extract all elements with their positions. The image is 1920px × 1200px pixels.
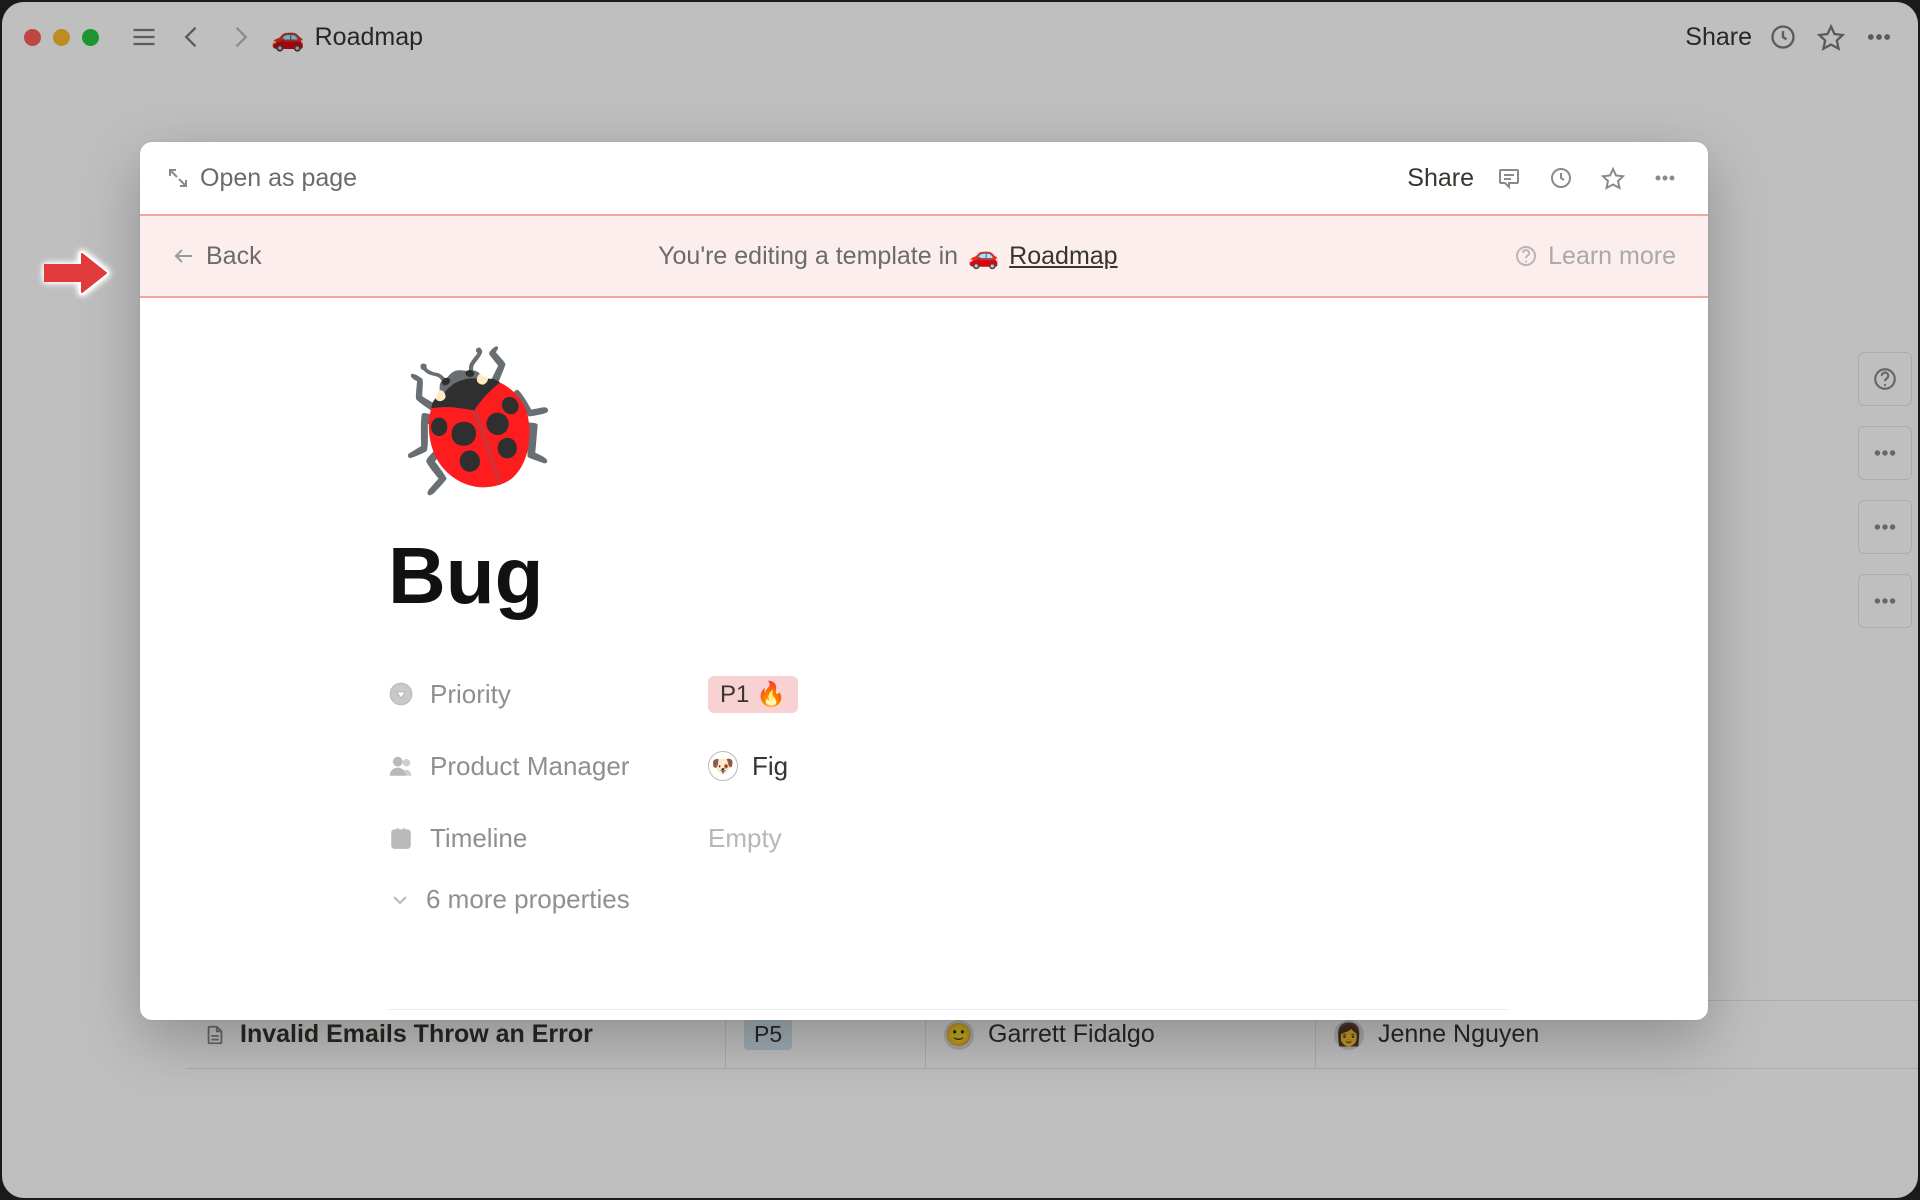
updates-icon[interactable] [1544, 161, 1578, 195]
banner-learn-more-button[interactable]: Learn more [1514, 242, 1676, 271]
more-properties-label: 6 more properties [426, 884, 630, 915]
banner-link-emoji-icon: 🚗 [968, 242, 999, 271]
help-icon[interactable] [1858, 352, 1912, 406]
more-properties-button[interactable]: 6 more properties [388, 884, 1628, 915]
menu-icon[interactable] [127, 20, 161, 54]
avatar: 🙂 [944, 1020, 974, 1050]
breadcrumb-emoji-icon: 🚗 [271, 21, 305, 53]
page-icon[interactable]: 🐞 [388, 352, 1628, 492]
property-label: Timeline [430, 823, 527, 854]
window-maximize-icon[interactable] [82, 29, 99, 46]
banner-back-button[interactable]: Back [172, 242, 262, 271]
property-row-timeline[interactable]: Timeline Empty [388, 802, 1628, 874]
property-row-priority[interactable]: Priority P1 🔥 [388, 658, 1628, 730]
more-icon[interactable] [1648, 161, 1682, 195]
banner-database-link[interactable]: Roadmap [1009, 242, 1117, 271]
banner-message: You're editing a template in 🚗 Roadmap [280, 242, 1497, 271]
nav-back-icon[interactable] [175, 20, 209, 54]
window-close-icon[interactable] [24, 29, 41, 46]
pm-value: Fig [752, 751, 788, 782]
share-button[interactable]: Share [1685, 23, 1752, 52]
property-label: Product Manager [430, 751, 629, 782]
person-icon [388, 753, 414, 779]
updates-icon[interactable] [1766, 20, 1800, 54]
modal-share-button[interactable]: Share [1407, 164, 1474, 193]
favorite-icon[interactable] [1814, 20, 1848, 54]
topbar: 🚗 Roadmap Share [2, 2, 1918, 72]
select-icon [388, 681, 414, 707]
avatar: 🐶 [708, 751, 738, 781]
modal-topbar: Open as page Share [140, 142, 1708, 214]
page-title[interactable]: Bug [388, 530, 1628, 622]
row-title: Invalid Emails Throw an Error [240, 1020, 593, 1049]
banner-back-label: Back [206, 242, 262, 271]
pm-name: Garrett Fidalgo [988, 1020, 1155, 1049]
open-as-page-button[interactable]: Open as page [166, 164, 357, 193]
engineer-name: Jenne Nguyen [1378, 1020, 1539, 1049]
property-label: Priority [430, 679, 511, 710]
breadcrumb[interactable]: 🚗 Roadmap [271, 21, 423, 53]
row-more-icon[interactable] [1858, 426, 1912, 480]
property-row-pm[interactable]: Product Manager 🐶 Fig [388, 730, 1628, 802]
divider [388, 1009, 1508, 1010]
open-as-page-label: Open as page [200, 164, 357, 193]
app-window: 🚗 Roadmap Share Invalid Emails Throw an … [2, 2, 1918, 1198]
banner-learn-more-label: Learn more [1548, 242, 1676, 271]
window-minimize-icon[interactable] [53, 29, 70, 46]
favorite-icon[interactable] [1596, 161, 1630, 195]
nav-forward-icon[interactable] [223, 20, 257, 54]
date-icon [388, 825, 414, 851]
db-side-buttons [1858, 352, 1912, 628]
timeline-value-empty: Empty [708, 823, 782, 854]
breadcrumb-title: Roadmap [315, 23, 423, 52]
modal-content: 🐞 Bug Priority P1 🔥 Product Manager 🐶 [388, 352, 1628, 915]
priority-tag: P1 🔥 [708, 676, 798, 713]
comments-icon[interactable] [1492, 161, 1526, 195]
page-modal: Open as page Share Back [140, 142, 1708, 1020]
row-more-icon-2[interactable] [1858, 500, 1912, 554]
annotation-arrow-icon [40, 242, 120, 309]
page-icon [204, 1022, 226, 1048]
window-traffic-lights[interactable] [24, 29, 99, 46]
row-more-icon-3[interactable] [1858, 574, 1912, 628]
more-icon[interactable] [1862, 20, 1896, 54]
template-editing-banner: Back You're editing a template in 🚗 Road… [140, 214, 1708, 298]
chevron-down-icon [388, 888, 412, 912]
avatar: 👩 [1334, 1020, 1364, 1050]
priority-badge: P5 [744, 1019, 792, 1050]
